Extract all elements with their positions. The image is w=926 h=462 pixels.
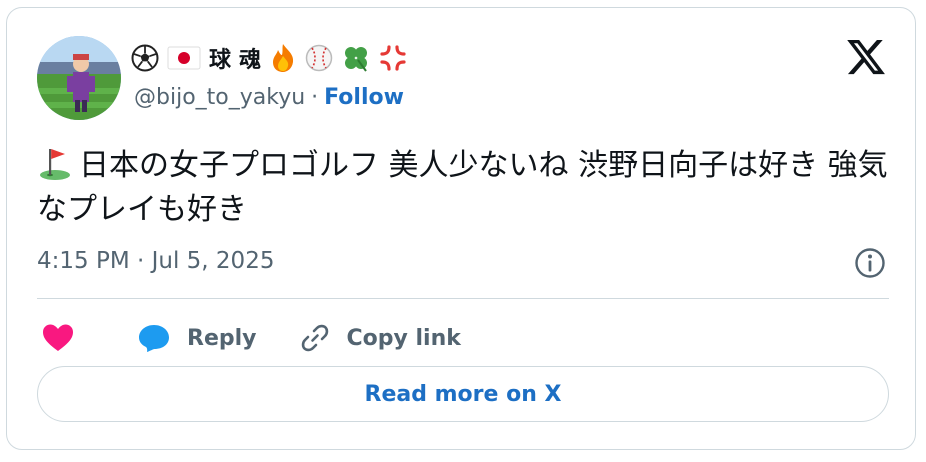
baseball-icon [305,44,333,72]
x-logo-icon[interactable] [845,36,887,78]
heart-icon [43,324,73,351]
four-leaf-clover-icon [341,43,371,73]
speech-bubble-icon [139,325,169,352]
link-icon [301,324,328,352]
copy-link-button[interactable]: Copy link [299,322,461,354]
separator-dot: · [311,85,319,110]
tweet-card: 球 魂 @bijo_to_yakyu · Follow 日本の女子プロゴルフ 美… [6,7,916,450]
user-handle[interactable]: @bijo_to_yakyu [134,85,305,110]
tweet-body: 日本の女子プロゴルフ 美人少ないね 渋野日向子は好き 強気なプレイも好き [37,148,888,227]
handle-row: @bijo_to_yakyu · Follow [134,85,404,110]
read-more-label: Read more on X [364,381,562,407]
japan-flag-icon [167,46,201,70]
soccer-ball-icon [131,44,159,72]
follow-link[interactable]: Follow [324,85,404,110]
name-char: 球 [209,48,232,73]
action-bar: Reply Copy link [37,316,461,360]
reply-button[interactable]: Reply [137,322,257,354]
golf-flag-icon [40,149,70,180]
fire-icon [269,43,297,73]
anger-symbol-icon [379,44,407,72]
info-icon[interactable] [853,246,887,280]
divider [37,298,889,299]
avatar[interactable] [37,36,121,120]
like-button[interactable] [37,322,75,354]
reply-label: Reply [187,325,257,351]
read-more-button[interactable]: Read more on X [37,366,889,422]
name-char: 魂 [239,48,262,73]
display-name[interactable]: 球 魂 [131,40,407,76]
copy-link-label: Copy link [346,325,461,351]
tweet-text: 日本の女子プロゴルフ 美人少ないね 渋野日向子は好き 強気なプレイも好き [37,144,897,232]
tweet-timestamp[interactable]: 4:15 PM · Jul 5, 2025 [37,248,274,274]
